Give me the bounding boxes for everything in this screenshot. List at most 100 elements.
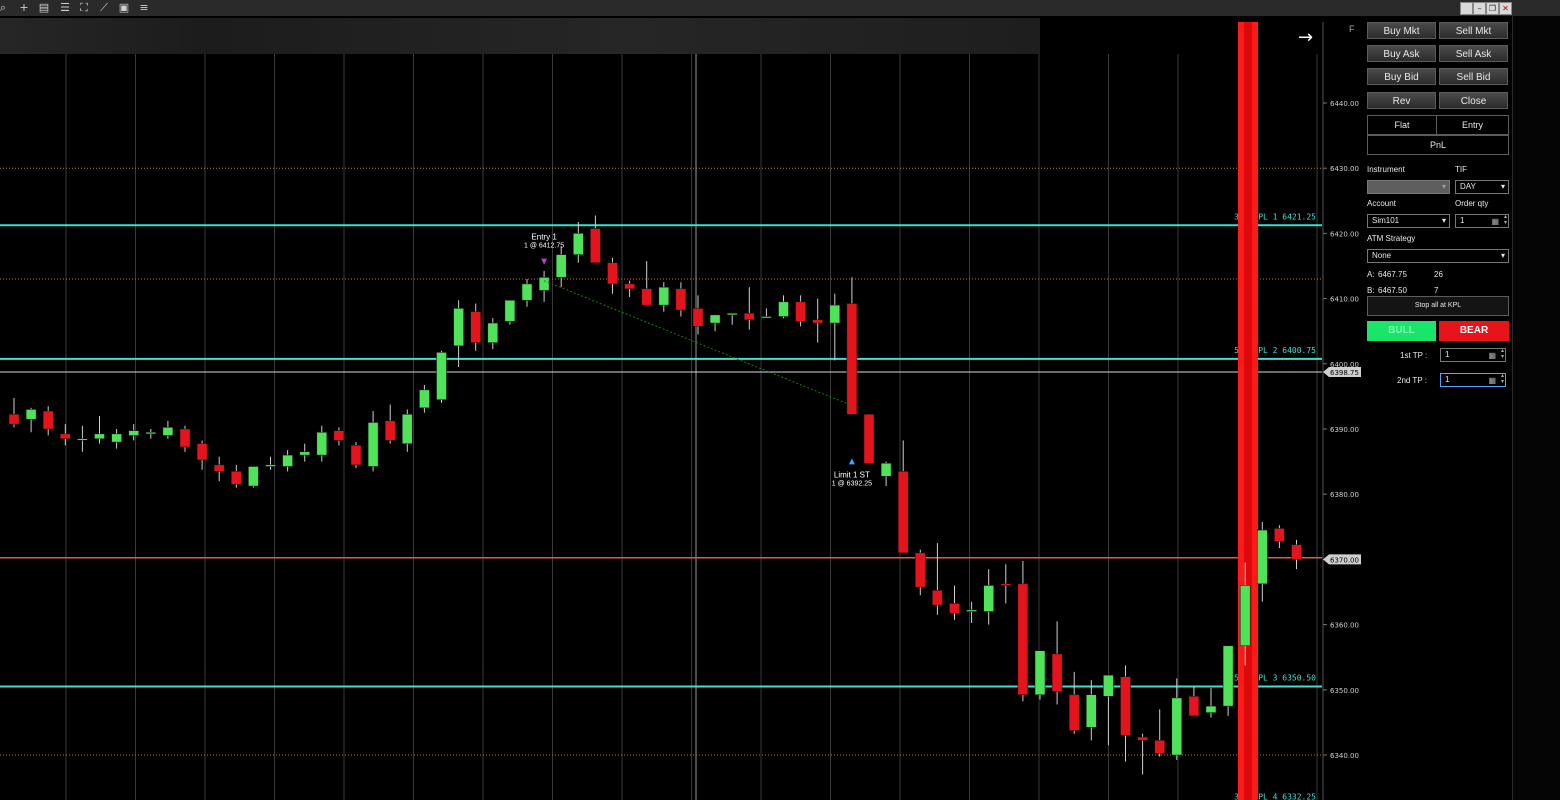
candle-body xyxy=(1274,528,1285,542)
candle-body xyxy=(1137,736,1148,741)
f-button[interactable]: F xyxy=(1349,24,1355,34)
candle-body xyxy=(282,454,293,467)
tp1-stepper[interactable]: 1 ▦ ▴ ▾ xyxy=(1440,348,1506,362)
candle-body xyxy=(1086,694,1097,728)
reverse-button[interactable]: Rev xyxy=(1367,92,1436,109)
candle-body xyxy=(795,301,806,322)
candle-body xyxy=(402,414,413,444)
candle-body xyxy=(1291,544,1302,560)
calculator-icon[interactable]: ▦ xyxy=(1488,350,1496,362)
candle-body xyxy=(812,319,823,324)
bear-button[interactable]: BEAR xyxy=(1439,321,1509,341)
price-marker-label: 6370.00 xyxy=(1330,556,1359,564)
limit-marker-label[interactable]: Limit 1 ST xyxy=(834,470,870,479)
candle-body xyxy=(1257,529,1268,585)
candle-body xyxy=(1188,696,1200,717)
arrow-right-icon[interactable]: → xyxy=(1298,27,1313,48)
bull-button[interactable]: BULL xyxy=(1367,321,1436,341)
instrument-label: Instrument xyxy=(1367,165,1405,174)
candle-body xyxy=(863,414,875,464)
candle-body xyxy=(179,428,191,448)
candle-body xyxy=(60,433,71,440)
properties-icon[interactable]: ☰ xyxy=(58,1,72,14)
zoom-icon[interactable]: ⛶ xyxy=(77,1,91,14)
window-close-icon[interactable]: ✕ xyxy=(1499,2,1512,15)
ask-size: 26 xyxy=(1434,270,1443,279)
instrument-select[interactable]: ▾ xyxy=(1367,180,1450,194)
candle-body xyxy=(1222,645,1234,707)
print-icon[interactable]: ▣ xyxy=(117,1,131,14)
atm-strategy-select[interactable]: None ▾ xyxy=(1367,249,1509,263)
sell-ask-button[interactable]: Sell Ask xyxy=(1439,45,1508,62)
window-edge xyxy=(1512,16,1560,800)
sell-bid-button[interactable]: Sell Bid xyxy=(1439,68,1508,85)
candle-body xyxy=(744,313,755,321)
account-select[interactable]: Sim101 ▾ xyxy=(1367,214,1450,228)
window-tile-icon[interactable] xyxy=(1460,2,1473,15)
calculator-icon[interactable]: ▦ xyxy=(1491,216,1499,228)
calculator-icon[interactable]: ▦ xyxy=(1488,375,1496,387)
candle-body xyxy=(590,228,601,263)
axis-tick-label: 6390.00 xyxy=(1330,426,1359,434)
tif-value: DAY xyxy=(1460,182,1476,191)
stepper-arrows-icon[interactable]: ▴ ▾ xyxy=(1501,348,1504,360)
candle-body xyxy=(983,585,994,612)
highlight-band xyxy=(1238,22,1258,800)
bid-size: 7 xyxy=(1434,286,1439,295)
entry-marker-label[interactable]: Entry 1 xyxy=(531,233,557,242)
candle-body xyxy=(1120,676,1131,736)
candle-body xyxy=(949,603,960,614)
document-icon[interactable]: ▤ xyxy=(37,1,51,14)
close-button[interactable]: Close xyxy=(1439,92,1508,109)
candle-body xyxy=(1154,740,1165,754)
chart-background xyxy=(0,16,1362,800)
stop-all-at-kpl-button[interactable]: Stop all at KPL xyxy=(1367,296,1509,316)
list-icon[interactable]: ≡ xyxy=(137,1,151,14)
limit-marker-detail[interactable]: 1 @ 6392.25 xyxy=(832,480,872,487)
candle-body xyxy=(384,420,396,441)
tab-flat[interactable]: Flat xyxy=(1367,115,1437,135)
stepper-arrows-icon[interactable]: ▴ ▾ xyxy=(1504,214,1507,226)
candle-body xyxy=(675,288,687,311)
window-minimize-icon[interactable]: – xyxy=(1473,2,1486,15)
candle-body xyxy=(846,303,858,415)
candle-body xyxy=(897,471,909,554)
candle-body xyxy=(880,462,892,477)
candle-body xyxy=(128,430,139,436)
account-label: Account xyxy=(1367,199,1396,208)
tif-label: TIF xyxy=(1455,165,1467,174)
order-entry-panel: Buy Mkt Sell Mkt Buy Ask Sell Ask Buy Bi… xyxy=(1362,16,1512,800)
candle-body xyxy=(299,451,310,456)
candle-body xyxy=(436,352,447,400)
search-icon[interactable]: ⌕ xyxy=(0,1,10,14)
candle-body xyxy=(350,445,362,466)
candle-body xyxy=(829,304,841,324)
candle-body xyxy=(487,322,499,343)
axis-tick-label: 6410.00 xyxy=(1330,296,1359,304)
candle-body xyxy=(1205,705,1217,713)
order-qty-label: Order qty xyxy=(1455,199,1489,208)
candle-body xyxy=(248,466,259,487)
tab-entry[interactable]: Entry xyxy=(1436,115,1509,135)
crosshair-icon[interactable]: + xyxy=(17,1,31,14)
stepper-arrows-icon[interactable]: ▴ ▾ xyxy=(1501,373,1504,385)
buy-market-button[interactable]: Buy Mkt xyxy=(1367,22,1436,39)
candle-body xyxy=(1051,653,1063,692)
window-restore-icon[interactable]: ❐ xyxy=(1486,2,1499,15)
pnl-tab[interactable]: PnL xyxy=(1367,135,1509,155)
price-axis[interactable]: 6440.006430.006420.006410.006400.006390.… xyxy=(1322,22,1362,800)
chart-toolbar: ⌕ + ▤ ☰ ⛶ ⟋ ▣ ≡ – ❐ ✕ xyxy=(0,0,1560,17)
candle-body xyxy=(1017,583,1029,695)
buy-bid-button[interactable]: Buy Bid xyxy=(1367,68,1436,85)
draw-icon[interactable]: ⟋ xyxy=(97,1,111,14)
candlestick-chart[interactable]: 32% KPL 1 6421.2559% KPL 2 6400.7555% KP… xyxy=(0,16,1362,800)
entry-marker-detail[interactable]: 1 @ 6412.75 xyxy=(524,243,564,250)
tp2-stepper[interactable]: 1 ▦ ▴ ▾ xyxy=(1440,373,1506,387)
sell-market-button[interactable]: Sell Mkt xyxy=(1439,22,1508,39)
atm-strategy-label: ATM Strategy xyxy=(1367,234,1416,243)
order-qty-stepper[interactable]: 1 ▦ ▴ ▾ xyxy=(1455,214,1509,228)
buy-ask-button[interactable]: Buy Ask xyxy=(1367,45,1436,62)
tif-select[interactable]: DAY ▾ xyxy=(1455,180,1509,194)
candle-body xyxy=(42,410,54,430)
candle-body xyxy=(77,438,88,441)
